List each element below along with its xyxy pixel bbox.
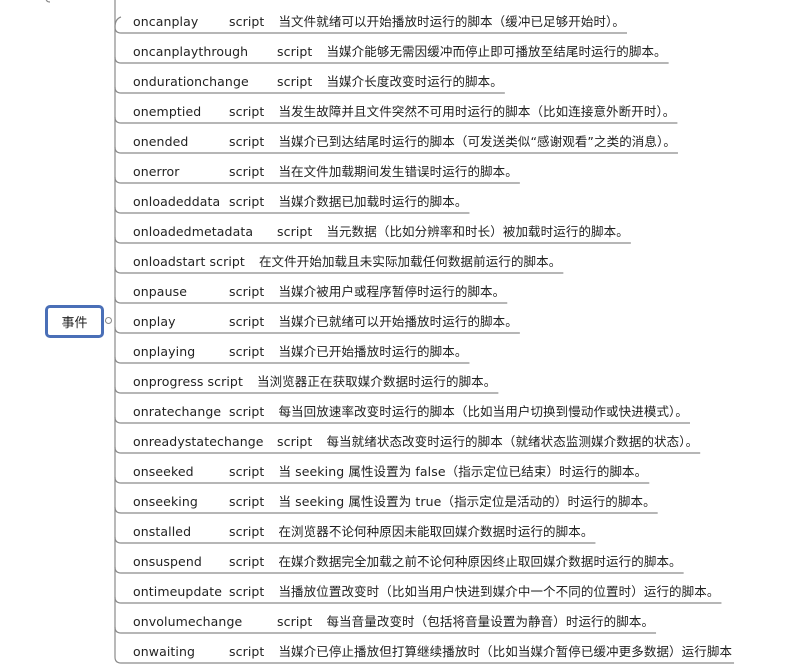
event-type: script (277, 224, 313, 239)
event-name: oncanplay (133, 14, 199, 29)
event-name: onwaiting (133, 644, 196, 659)
topic-onloadeddata[interactable]: onloadeddata script 当媒介数据已加载时运行的脚本。 (133, 194, 467, 210)
event-description: 在浏览器不论何种原因未能取回媒介数据时运行的脚本。 (278, 524, 594, 539)
topic-onreadystatechange[interactable]: onreadystatechange script 每当就绪状态改变时运行的脚本（就… (133, 434, 698, 450)
event-description: 每当就绪状态改变时运行的脚本（就绪状态监测媒介数据的状态）。 (326, 434, 699, 449)
event-name: onsuspend (133, 554, 202, 569)
event-name: onvolumechange (133, 614, 243, 629)
event-name: onseeked (133, 464, 194, 479)
event-name: onemptied (133, 104, 202, 119)
topic-onpause[interactable]: onpause script 当媒介被用户或程序暂停时运行的脚本。 (133, 284, 505, 300)
event-type: script (229, 524, 265, 539)
topic-ontimeupdate[interactable]: ontimeupdate script 当播放位置改变时（比如当用户快进到媒介中一个… (133, 584, 719, 600)
event-description: 当元数据（比如分辨率和时长）被加载时运行的脚本。 (326, 224, 629, 239)
event-name: onended (133, 134, 189, 149)
event-name: ondurationchange (133, 74, 249, 89)
center-topic-label: 事件 (61, 316, 88, 331)
mind-map-canvas: 事件 oncanplay script 当文件就绪可以开始播放时运行的脚本（缓冲已足… (0, 0, 804, 672)
event-description: 当播放位置改变时（比如当用户快进到媒介中一个不同的位置时）运行的脚本。 (278, 584, 720, 599)
event-type: script (229, 104, 265, 119)
event-name: onprogress (133, 374, 204, 389)
event-type: script (277, 74, 313, 89)
event-description: 当文件就绪可以开始播放时运行的脚本（缓冲已足够开始时）。 (278, 14, 625, 29)
event-type: script (229, 644, 265, 659)
collapse-toggle[interactable] (105, 317, 112, 324)
topic-onloadedmetadata[interactable]: onloadedmetadata script 当元数据（比如分辨率和时长）被加载时… (133, 224, 629, 240)
topic-onstalled[interactable]: onstalled script 在浏览器不论何种原因未能取回媒介数据时运行的脚本。 (133, 524, 593, 540)
event-description: 当媒介已就绪可以开始播放时运行的脚本。 (278, 314, 518, 329)
event-name: onratechange (133, 404, 222, 419)
event-description: 当媒介数据已加载时运行的脚本。 (278, 194, 468, 209)
event-description: 在媒介数据完全加载之前不论何种原因终止取回媒介数据时运行的脚本。 (278, 554, 682, 569)
event-description: 当媒介长度改变时运行的脚本。 (326, 74, 503, 89)
topic-onerror[interactable]: onerror script 当在文件加载期间发生错误时运行的脚本。 (133, 164, 518, 180)
event-type: script (229, 284, 265, 299)
event-type: script (229, 164, 265, 179)
event-description: 每当回放速率改变时运行的脚本（比如当用户切换到慢动作或快进模式）。 (278, 404, 688, 419)
topic-onseeked[interactable]: onseeked script 当 seeking 属性设置为 false（指示定位… (133, 464, 647, 480)
event-name: ontimeupdate (133, 584, 223, 599)
topic-onplay[interactable]: onplay script 当媒介已就绪可以开始播放时运行的脚本。 (133, 314, 518, 330)
topic-onprogress[interactable]: onprogress script 当浏览器正在获取媒介数据时运行的脚本。 (133, 374, 496, 390)
event-type: script (229, 344, 265, 359)
event-description: 在文件开始加载且未实际加载任何数据前运行的脚本。 (258, 254, 562, 269)
event-type: script (229, 464, 265, 479)
connector-lines (45, 0, 735, 664)
center-topic-events[interactable]: 事件 (45, 305, 104, 338)
event-name: oncanplaythrough (133, 44, 249, 59)
event-description: 当 seeking 属性设置为 true（指示定位是活动的）时运行的脚本。 (278, 494, 656, 509)
event-type: script (277, 434, 313, 449)
event-description: 当媒介已开始播放时运行的脚本。 (278, 344, 468, 359)
topic-oncanplaythrough[interactable]: oncanplaythrough script 当媒介能够无需因缓冲而停止即可播放至… (133, 44, 667, 60)
topic-onended[interactable]: onended script 当媒介已到达结尾时运行的脚本（可发送类似“感谢观看”之… (133, 134, 676, 150)
topic-onseeking[interactable]: onseeking script 当 seeking 属性设置为 true（指示定位… (133, 494, 656, 510)
event-type: script (229, 194, 265, 209)
event-description: 当 seeking 属性设置为 false（指示定位已结束）时运行的脚本。 (278, 464, 648, 479)
topic-onloadstart[interactable]: onloadstart script 在文件开始加载且未实际加载任何数据前运行的脚本… (133, 254, 561, 270)
event-name: onloadeddata (133, 194, 221, 209)
event-type: script (207, 374, 243, 389)
event-description: 当媒介已停止播放但打算继续播放时（比如当媒介暂停已缓冲更多数据）运行脚本 (278, 644, 733, 659)
event-description: 当浏览器正在获取媒介数据时运行的脚本。 (256, 374, 497, 389)
event-name: onloadstart (133, 254, 206, 269)
event-name: onplay (133, 314, 176, 329)
event-description: 当媒介被用户或程序暂停时运行的脚本。 (278, 284, 506, 299)
event-description: 当在文件加载期间发生错误时运行的脚本。 (278, 164, 518, 179)
event-type: script (229, 314, 265, 329)
event-description: 当发生故障并且文件突然不可用时运行的脚本（比如连接意外断开时）。 (278, 104, 676, 119)
event-name: onerror (133, 164, 180, 179)
event-type: script (229, 494, 265, 509)
event-type: script (277, 44, 313, 59)
topic-onemptied[interactable]: onemptied script 当发生故障并且文件突然不可用时运行的脚本（比如连接… (133, 104, 675, 120)
event-name: onreadystatechange (133, 434, 264, 449)
event-type: script (229, 584, 265, 599)
event-description: 当媒介已到达结尾时运行的脚本（可发送类似“感谢观看”之类的消息）。 (278, 134, 676, 149)
event-type: script (209, 254, 245, 269)
topic-onwaiting[interactable]: onwaiting script 当媒介已停止播放但打算继续播放时（比如当媒介暂停已… (133, 644, 732, 660)
topic-onratechange[interactable]: onratechange script 每当回放速率改变时运行的脚本（比如当用户切换… (133, 404, 688, 420)
topic-onplaying[interactable]: onplaying script 当媒介已开始播放时运行的脚本。 (133, 344, 467, 360)
topic-onsuspend[interactable]: onsuspend script 在媒介数据完全加载之前不论何种原因终止取回媒介数据… (133, 554, 682, 570)
event-type: script (229, 14, 265, 29)
event-description: 当媒介能够无需因缓冲而停止即可播放至结尾时运行的脚本。 (326, 44, 667, 59)
upper-stub (114, 16, 122, 28)
event-type: script (229, 134, 265, 149)
event-type: script (229, 404, 265, 419)
event-type: script (277, 614, 313, 629)
event-name: onpause (133, 284, 187, 299)
topic-ondurationchange[interactable]: ondurationchange script 当媒介长度改变时运行的脚本。 (133, 74, 503, 90)
event-description: 每当音量改变时（包括将音量设置为静音）时运行的脚本。 (326, 614, 655, 629)
event-name: onstalled (133, 524, 192, 539)
event-name: onseeking (133, 494, 198, 509)
topic-onvolumechange[interactable]: onvolumechange script 每当音量改变时（包括将音量设置为静音）时… (133, 614, 654, 630)
event-type: script (229, 554, 265, 569)
event-name: onloadedmetadata (133, 224, 254, 239)
event-name: onplaying (133, 344, 196, 359)
cropped-connector (45, 0, 51, 3)
topic-oncanplay[interactable]: oncanplay script 当文件就绪可以开始播放时运行的脚本（缓冲已足够开始… (133, 14, 625, 30)
